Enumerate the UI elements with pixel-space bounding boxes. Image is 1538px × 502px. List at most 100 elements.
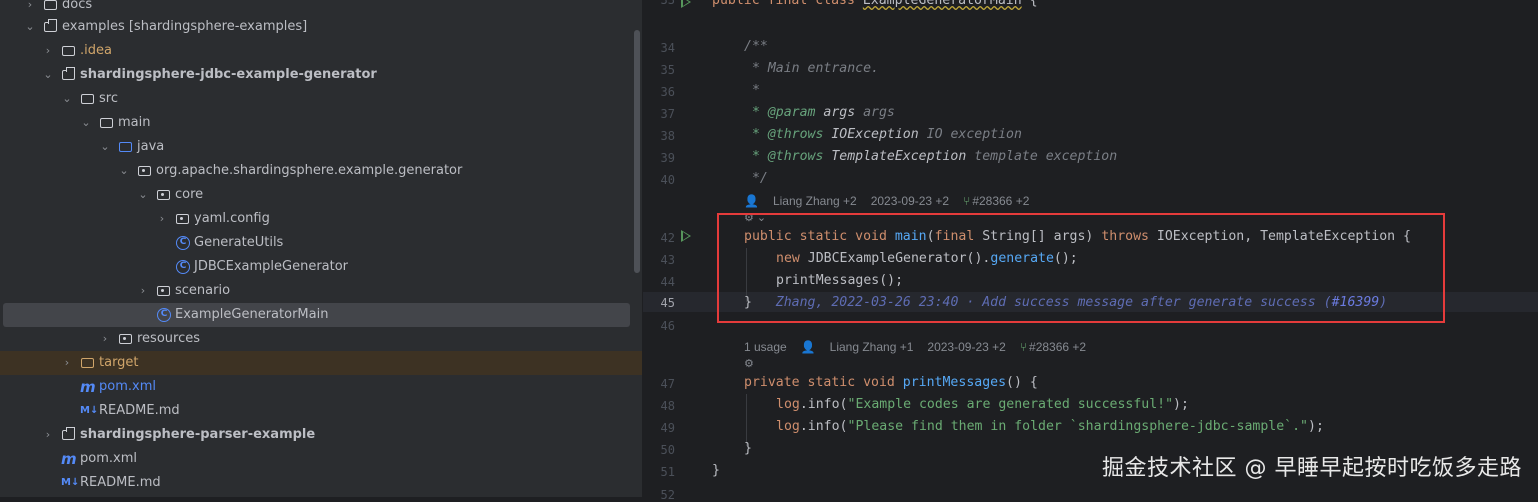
chevron-down-icon[interactable]: ⌄ bbox=[61, 87, 73, 111]
line-number: 50 bbox=[660, 443, 675, 457]
tree-item-pom-xml[interactable]: m pom.xml bbox=[0, 375, 642, 399]
code-comment: * Main entrance. bbox=[744, 61, 879, 76]
line-number: 43 bbox=[660, 253, 675, 267]
run-icon[interactable] bbox=[681, 230, 691, 242]
indent-guide bbox=[746, 394, 747, 446]
chevron-right-icon[interactable]: › bbox=[61, 351, 73, 375]
tree-item-label: README.md bbox=[99, 403, 180, 418]
project-tree[interactable]: › docs ⌄ examples [shardingsphere-exampl… bbox=[0, 0, 642, 497]
tree-item-package-generator[interactable]: ⌄ org.apache.shardingsphere.example.gene… bbox=[0, 159, 642, 183]
hint-pr[interactable]: #28366 +2 bbox=[1029, 340, 1086, 354]
tree-item-label: src bbox=[99, 91, 118, 106]
package-icon bbox=[157, 190, 170, 200]
tree-item-jdbc-example-generator-class[interactable]: C JDBCExampleGenerator bbox=[0, 255, 642, 279]
hint-date[interactable]: 2023-09-23 +2 bbox=[927, 340, 1005, 354]
chevron-down-icon[interactable]: ⌄ bbox=[42, 63, 54, 87]
line-number: 51 bbox=[660, 465, 675, 479]
module-folder-icon bbox=[44, 19, 57, 32]
tree-item-label: .idea bbox=[80, 43, 112, 58]
tree-item-label: shardingsphere-parser-example bbox=[80, 427, 316, 442]
tree-item-label: pom.xml bbox=[99, 379, 156, 394]
tree-item-src[interactable]: ⌄ src bbox=[0, 87, 642, 111]
highlight-box bbox=[717, 213, 1445, 323]
tree-item-label: shardingsphere-jdbc-example-generator bbox=[80, 67, 377, 82]
code-vision-hint[interactable]: 👤 Liang Zhang +2 2023-09-23 +2 ⑂ #28366 +2 bbox=[744, 194, 1043, 208]
hint-author[interactable]: Liang Zhang +1 bbox=[830, 340, 914, 354]
line-number: 33 bbox=[660, 0, 675, 7]
tree-item-main[interactable]: ⌄ main bbox=[0, 111, 642, 135]
folder-icon bbox=[44, 0, 57, 10]
line-number: 37 bbox=[660, 107, 675, 121]
tree-item-yaml-config[interactable]: › yaml.config bbox=[0, 207, 642, 231]
code-line-33: public final class ExampleGeneratorMain … bbox=[712, 0, 1038, 8]
hint-usages[interactable]: 1 usage bbox=[744, 340, 787, 354]
maven-icon: m bbox=[61, 450, 77, 468]
tree-item-label: org.apache.shardingsphere.example.genera… bbox=[156, 163, 463, 178]
tree-item-pom-xml-root[interactable]: m pom.xml bbox=[0, 447, 642, 471]
tree-item-parser-example[interactable]: › shardingsphere-parser-example bbox=[0, 423, 642, 447]
tree-item-label: README.md bbox=[80, 475, 161, 490]
tree-item-example-generator-main[interactable]: C ExampleGeneratorMain bbox=[3, 303, 630, 327]
chevron-right-icon[interactable]: › bbox=[99, 327, 111, 351]
pr-icon: ⑂ bbox=[963, 194, 971, 208]
code-comment: */ bbox=[744, 171, 768, 186]
hint-author[interactable]: Liang Zhang +2 bbox=[773, 194, 857, 208]
tree-item-core[interactable]: ⌄ core bbox=[0, 183, 642, 207]
line-number: 46 bbox=[660, 319, 675, 333]
tree-item-label: JDBCExampleGenerator bbox=[194, 259, 349, 274]
code-comment: /** bbox=[744, 39, 768, 54]
tree-item-readme[interactable]: M↓ README.md bbox=[0, 399, 642, 423]
code-comment: * bbox=[744, 83, 760, 98]
tree-item-jdbc-example-generator[interactable]: ⌄ shardingsphere-jdbc-example-generator bbox=[0, 63, 642, 87]
author-icon: 👤 bbox=[744, 194, 759, 208]
code-line-51: } bbox=[712, 463, 720, 478]
line-number: 35 bbox=[660, 63, 675, 77]
tree-item-idea[interactable]: › .idea bbox=[0, 39, 642, 63]
chevron-right-icon[interactable]: › bbox=[156, 207, 168, 231]
tree-item-scenario[interactable]: › scenario bbox=[0, 279, 642, 303]
tree-item-java[interactable]: ⌄ java bbox=[0, 135, 642, 159]
author-icon: 👤 bbox=[800, 340, 816, 354]
tree-item-target[interactable]: › target bbox=[0, 351, 642, 375]
chevron-right-icon[interactable]: › bbox=[137, 279, 149, 303]
line-number: 34 bbox=[660, 41, 675, 55]
package-icon bbox=[138, 166, 151, 176]
tree-item-resources[interactable]: › resources bbox=[0, 327, 642, 351]
line-number: 49 bbox=[660, 421, 675, 435]
chevron-down-icon[interactable]: ⌄ bbox=[80, 111, 92, 135]
tree-scrollbar[interactable] bbox=[634, 30, 640, 273]
tree-item-label: GenerateUtils bbox=[194, 235, 284, 250]
code-line-49: log.info("Please find them in folder `sh… bbox=[776, 419, 1324, 434]
chevron-down-icon[interactable]: ⌄ bbox=[118, 159, 130, 183]
tree-item-label: pom.xml bbox=[80, 451, 137, 466]
folder-icon bbox=[100, 118, 113, 128]
chevron-down-icon[interactable]: ⌄ bbox=[24, 15, 36, 39]
tree-item-label: resources bbox=[137, 331, 201, 346]
line-number: 48 bbox=[660, 399, 675, 413]
code-line-48: log.info("Example codes are generated su… bbox=[776, 397, 1189, 412]
tree-item-generate-utils[interactable]: C GenerateUtils bbox=[0, 231, 642, 255]
watermark: 掘金技术社区 @ 早睡早起按时吃饭多走路 bbox=[1102, 456, 1522, 481]
ai-assist-icon[interactable]: ⚙ bbox=[744, 357, 754, 370]
tree-item-examples[interactable]: ⌄ examples [shardingsphere-examples] bbox=[0, 15, 642, 39]
tree-item-label: ExampleGeneratorMain bbox=[175, 307, 329, 322]
chevron-down-icon[interactable]: ⌄ bbox=[99, 135, 111, 159]
tree-item-readme-root[interactable]: M↓ README.md bbox=[0, 471, 642, 495]
line-number: 42 bbox=[660, 231, 675, 245]
tree-item-label: scenario bbox=[175, 283, 231, 298]
run-icon[interactable] bbox=[681, 0, 691, 8]
pr-icon: ⑂ bbox=[1019, 340, 1028, 354]
class-icon: C bbox=[157, 308, 171, 322]
code-comment-param: * @param args args bbox=[744, 105, 895, 120]
chevron-down-icon[interactable]: ⌄ bbox=[137, 183, 149, 207]
hint-date[interactable]: 2023-09-23 +2 bbox=[871, 194, 949, 208]
chevron-right-icon[interactable]: › bbox=[42, 423, 54, 447]
chevron-right-icon[interactable]: › bbox=[42, 39, 54, 63]
markdown-icon: M↓ bbox=[61, 477, 80, 488]
hint-pr[interactable]: #28366 +2 bbox=[972, 194, 1029, 208]
excluded-folder-icon bbox=[81, 358, 94, 368]
code-vision-hint[interactable]: 1 usage 👤 Liang Zhang +1 2023-09-23 +2 ⑂ #283… bbox=[744, 340, 1100, 354]
line-number-current: 45 bbox=[660, 296, 675, 310]
source-folder-icon bbox=[119, 142, 132, 152]
code-comment-throws: * @throws IOException IO exception bbox=[744, 127, 1022, 142]
